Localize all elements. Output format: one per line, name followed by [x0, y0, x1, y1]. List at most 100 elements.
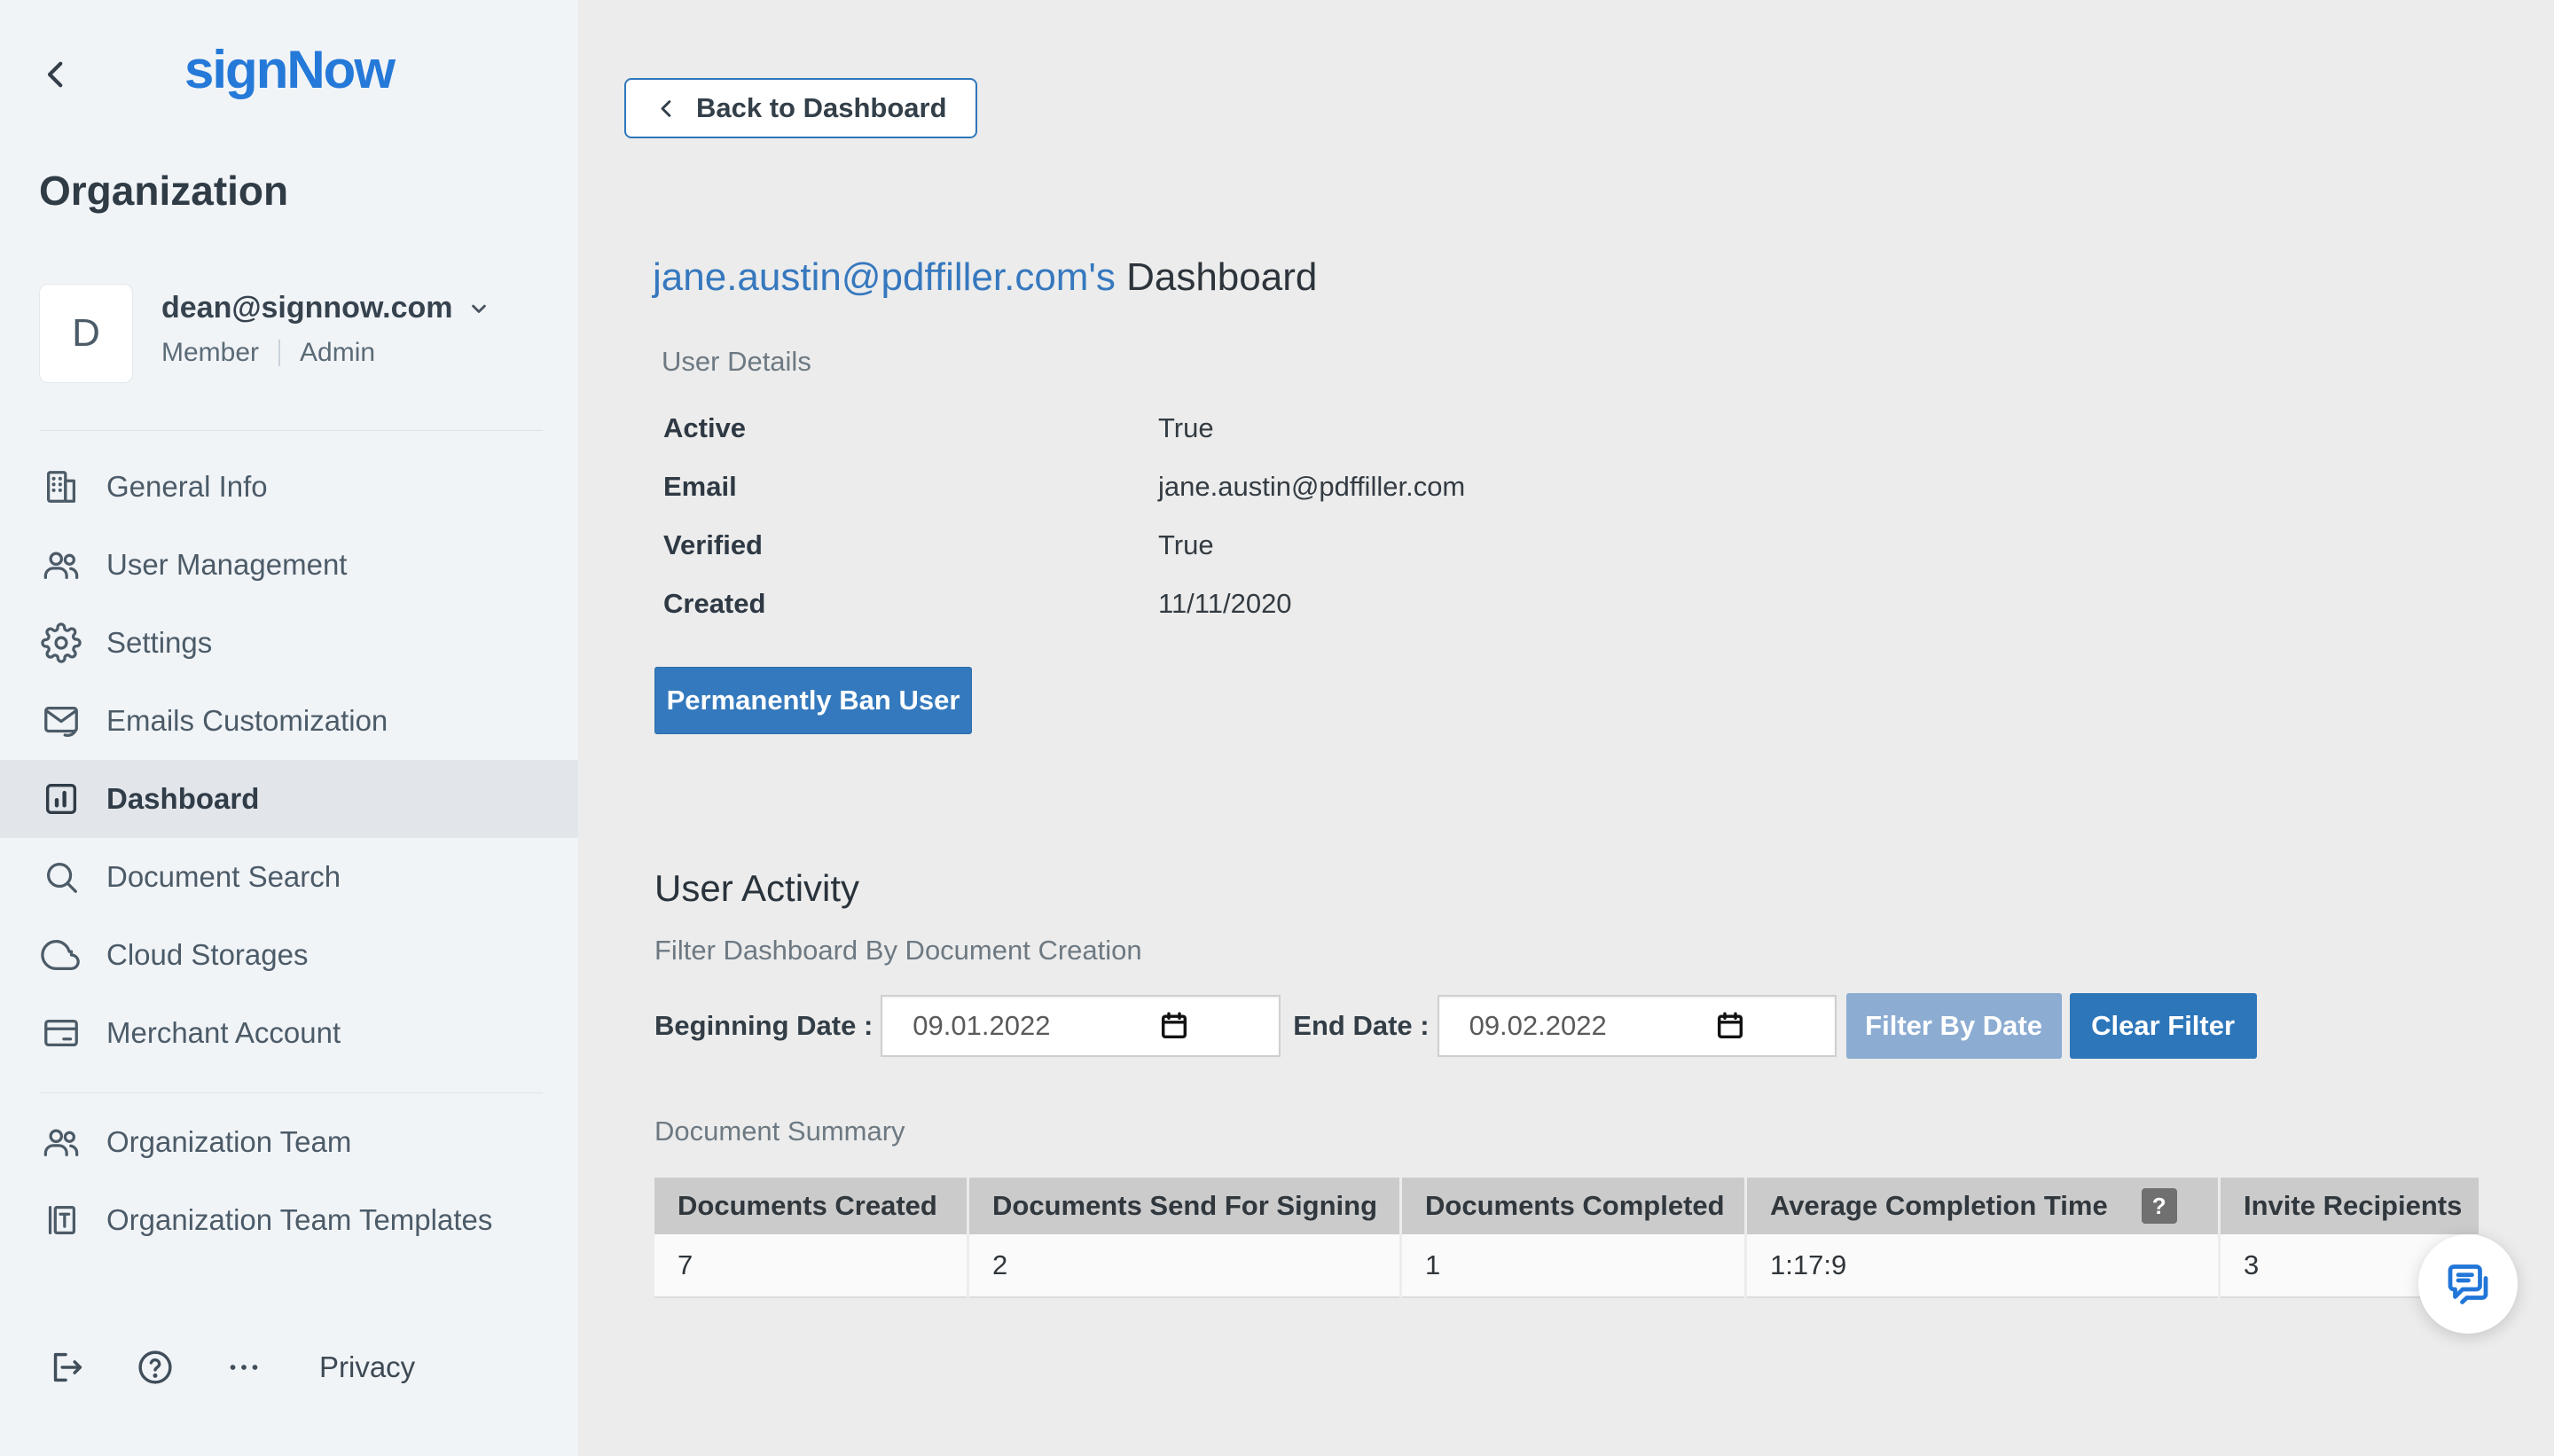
privacy-link[interactable]: Privacy	[319, 1350, 415, 1384]
cloud-icon	[41, 935, 82, 975]
organization-heading: Organization	[39, 167, 288, 215]
chevron-left-icon	[654, 97, 678, 121]
sidebar-item-merchant-account[interactable]: Merchant Account	[0, 994, 578, 1072]
avatar: D	[39, 284, 133, 383]
template-icon	[41, 1200, 82, 1241]
sidebar-item-label: Settings	[106, 626, 212, 660]
cell-average-completion-time: 1:17:9	[1747, 1234, 2218, 1298]
chevron-down-icon	[466, 296, 491, 321]
user-activity-heading: User Activity	[654, 867, 859, 910]
user-details-list: Active True Email jane.austin@pdffiller.…	[663, 399, 1465, 633]
sidebar-item-label: Organization Team	[106, 1125, 351, 1159]
sidebar-item-label: Merchant Account	[106, 1016, 341, 1050]
detail-label: Verified	[663, 529, 1158, 561]
help-button[interactable]	[135, 1346, 177, 1389]
column-header-documents-send-for-signing: Documents Send For Signing	[969, 1178, 1399, 1234]
calendar-icon[interactable]	[1158, 1010, 1190, 1042]
sidebar-item-organization-team[interactable]: Organization Team	[0, 1103, 578, 1181]
sidebar-item-general-info[interactable]: General Info	[0, 448, 578, 526]
detail-value: jane.austin@pdffiller.com	[1158, 471, 1465, 503]
app-root: { "app": { "logo_text": "signNow" }, "co…	[0, 0, 2554, 1456]
column-header-average-completion-time: Average Completion Time ?	[1747, 1178, 2218, 1234]
sidebar-nav: General Info User Management Settings Em…	[0, 448, 578, 1259]
column-header-documents-completed: Documents Completed	[1402, 1178, 1744, 1234]
sidebar-item-dashboard[interactable]: Dashboard	[0, 760, 578, 838]
sidebar-item-document-search[interactable]: Document Search	[0, 838, 578, 916]
help-icon	[135, 1347, 177, 1388]
sidebar-section-divider	[39, 1092, 543, 1093]
cell-documents-completed: 1	[1402, 1234, 1744, 1298]
detail-label: Active	[663, 412, 1158, 444]
user-details-section-label: User Details	[662, 346, 811, 378]
sidebar-item-user-management[interactable]: User Management	[0, 526, 578, 604]
sidebar-item-label: Organization Team Templates	[106, 1203, 492, 1237]
bar-chart-icon	[41, 779, 82, 819]
filter-by-date-button[interactable]: Filter By Date	[1846, 993, 2062, 1059]
detail-value: 11/11/2020	[1158, 588, 1292, 620]
sidebar-item-label: Emails Customization	[106, 704, 388, 738]
detail-row-verified: Verified True	[663, 516, 1465, 575]
end-date-label: End Date :	[1293, 1010, 1429, 1042]
detail-row-active: Active True	[663, 399, 1465, 458]
sidebar-item-label: General Info	[106, 470, 268, 504]
sidebar-item-settings[interactable]: Settings	[0, 604, 578, 682]
sidebar-item-label: Document Search	[106, 860, 341, 894]
role-divider	[278, 340, 280, 366]
users-icon	[41, 544, 82, 585]
sidebar-footer: Privacy	[46, 1346, 415, 1389]
column-header-label: Average Completion Time	[1770, 1190, 2108, 1222]
more-button[interactable]	[223, 1346, 266, 1389]
role-member: Member	[161, 338, 259, 368]
account-switcher[interactable]: dean@signnow.com	[161, 291, 491, 325]
user-email: dean@signnow.com	[161, 291, 452, 325]
detail-value: True	[1158, 529, 1214, 561]
beginning-date-value: 09.01.2022	[913, 1010, 1050, 1042]
page-title-suffix: Dashboard	[1126, 255, 1317, 299]
date-filter-row: Beginning Date : 09.01.2022 End Date : 0…	[654, 993, 2257, 1059]
sidebar-item-label: Dashboard	[106, 782, 259, 816]
detail-value: True	[1158, 412, 1214, 444]
sidebar-item-emails-customization[interactable]: Emails Customization	[0, 682, 578, 760]
credit-card-icon	[41, 1013, 82, 1053]
end-date-value: 09.02.2022	[1469, 1010, 1607, 1042]
page-title: jane.austin@pdffiller.com's Dashboard	[653, 255, 1317, 300]
column-header-documents-created: Documents Created	[654, 1178, 967, 1234]
main-content: Back to Dashboard jane.austin@pdffiller.…	[578, 0, 2554, 1456]
clear-filter-button[interactable]: Clear Filter	[2070, 993, 2257, 1059]
signnow-logo: signNow	[0, 39, 578, 100]
user-roles: Member Admin	[161, 338, 491, 368]
ellipsis-icon	[223, 1347, 266, 1388]
sidebar-item-label: Cloud Storages	[106, 938, 308, 972]
help-tooltip-badge[interactable]: ?	[2142, 1188, 2177, 1224]
sidebar-item-cloud-storages[interactable]: Cloud Storages	[0, 916, 578, 994]
detail-label: Email	[663, 471, 1158, 503]
user-email-link[interactable]: jane.austin@pdffiller.com's	[653, 255, 1116, 299]
beginning-date-label: Beginning Date :	[654, 1010, 873, 1042]
filter-section-label: Filter Dashboard By Document Creation	[654, 935, 1142, 967]
calendar-icon[interactable]	[1714, 1010, 1746, 1042]
permanently-ban-user-button[interactable]: Permanently Ban User	[654, 667, 972, 734]
detail-row-email: Email jane.austin@pdffiller.com	[663, 458, 1465, 516]
column-header-invite-recipients: Invite Recipients	[2221, 1178, 2479, 1234]
beginning-date-input[interactable]: 09.01.2022	[881, 995, 1281, 1057]
sidebar-divider	[39, 430, 543, 431]
back-to-dashboard-label: Back to Dashboard	[696, 92, 947, 124]
end-date-input[interactable]: 09.02.2022	[1438, 995, 1837, 1057]
logout-button[interactable]	[46, 1346, 89, 1389]
sidebar-item-organization-team-templates[interactable]: Organization Team Templates	[0, 1181, 578, 1259]
building-icon	[41, 466, 82, 507]
team-icon	[41, 1122, 82, 1162]
back-to-dashboard-button[interactable]: Back to Dashboard	[624, 78, 977, 138]
chat-support-fab[interactable]	[2418, 1234, 2518, 1334]
cell-documents-send-for-signing: 2	[969, 1234, 1399, 1298]
document-summary-table: Documents Created Documents Send For Sig…	[654, 1178, 2479, 1298]
chat-bubbles-icon	[2441, 1257, 2495, 1311]
detail-label: Created	[663, 588, 1158, 620]
current-user-card: D dean@signnow.com Member Admin	[39, 284, 491, 383]
sidebar-item-label: User Management	[106, 548, 347, 582]
search-icon	[41, 857, 82, 897]
sidebar: signNow Organization D dean@signnow.com …	[0, 0, 578, 1456]
detail-row-created: Created 11/11/2020	[663, 575, 1465, 633]
document-summary-section-label: Document Summary	[654, 1115, 905, 1147]
gear-icon	[41, 622, 82, 663]
